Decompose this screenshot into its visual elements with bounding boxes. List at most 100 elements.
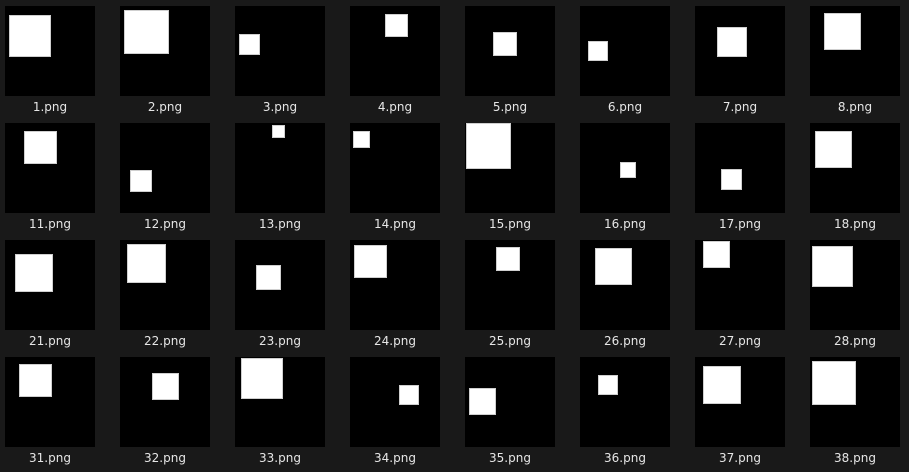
- thumbnail-white-square: [256, 265, 281, 290]
- thumbnail-white-square: [124, 10, 169, 54]
- file-name-label: 15.png: [489, 217, 531, 231]
- file-name-label: 17.png: [719, 217, 761, 231]
- file-item[interactable]: 24.png: [345, 234, 460, 349]
- file-item[interactable]: 17.png: [690, 117, 805, 232]
- file-name-label: 1.png: [32, 100, 68, 114]
- thumbnail-white-square: [272, 125, 285, 138]
- file-item[interactable]: 1.png: [0, 0, 115, 115]
- image-thumbnail-icon: [5, 123, 95, 213]
- file-item[interactable]: 13.png: [230, 117, 345, 232]
- file-name-label: 4.png: [377, 100, 413, 114]
- file-item[interactable]: 5.png: [460, 0, 575, 115]
- file-item[interactable]: 28.png: [805, 234, 909, 349]
- image-thumbnail-icon: [5, 240, 95, 330]
- file-item[interactable]: 35.png: [460, 351, 575, 466]
- thumbnail-white-square: [354, 245, 387, 278]
- file-item[interactable]: 11.png: [0, 117, 115, 232]
- file-item[interactable]: 22.png: [115, 234, 230, 349]
- file-item[interactable]: 14.png: [345, 117, 460, 232]
- file-item[interactable]: 2.png: [115, 0, 230, 115]
- file-name-label: 18.png: [834, 217, 876, 231]
- image-thumbnail-icon: [350, 6, 440, 96]
- file-name-label: 11.png: [29, 217, 71, 231]
- file-item[interactable]: 33.png: [230, 351, 345, 466]
- file-item[interactable]: 12.png: [115, 117, 230, 232]
- image-thumbnail-icon: [465, 6, 555, 96]
- file-item[interactable]: 15.png: [460, 117, 575, 232]
- file-name-label: 24.png: [374, 334, 416, 348]
- file-name-label: 7.png: [722, 100, 758, 114]
- thumbnail-white-square: [721, 169, 742, 190]
- file-name-label: 3.png: [262, 100, 298, 114]
- file-item[interactable]: 27.png: [690, 234, 805, 349]
- file-item[interactable]: 23.png: [230, 234, 345, 349]
- image-thumbnail-icon: [695, 240, 785, 330]
- image-thumbnail-icon: [235, 123, 325, 213]
- thumbnail-white-square: [466, 123, 511, 169]
- thumbnail-white-square: [496, 247, 520, 271]
- file-item[interactable]: 25.png: [460, 234, 575, 349]
- thumbnail-white-square: [812, 246, 853, 287]
- thumbnail-white-square: [15, 254, 53, 292]
- file-item[interactable]: 3.png: [230, 0, 345, 115]
- image-thumbnail-icon: [465, 240, 555, 330]
- thumbnail-white-square: [493, 32, 517, 56]
- file-item[interactable]: 8.png: [805, 0, 909, 115]
- file-name-label: 33.png: [259, 451, 301, 465]
- thumbnail-white-square: [130, 170, 152, 192]
- file-item[interactable]: 18.png: [805, 117, 909, 232]
- image-thumbnail-icon: [810, 357, 900, 447]
- file-name-label: 5.png: [492, 100, 528, 114]
- image-thumbnail-icon: [695, 6, 785, 96]
- thumbnail-white-square: [717, 27, 747, 57]
- file-name-label: 21.png: [29, 334, 71, 348]
- file-item[interactable]: 31.png: [0, 351, 115, 466]
- thumbnail-white-square: [598, 375, 618, 395]
- image-thumbnail-icon: [120, 123, 210, 213]
- image-thumbnail-icon: [5, 357, 95, 447]
- image-thumbnail-icon: [350, 240, 440, 330]
- thumbnail-white-square: [469, 388, 496, 415]
- file-name-label: 36.png: [604, 451, 646, 465]
- file-item[interactable]: 16.png: [575, 117, 690, 232]
- thumbnail-white-square: [703, 366, 741, 404]
- file-name-label: 8.png: [837, 100, 873, 114]
- file-name-label: 26.png: [604, 334, 646, 348]
- thumbnail-white-square: [241, 358, 283, 399]
- image-thumbnail-icon: [120, 240, 210, 330]
- image-thumbnail-icon: [235, 6, 325, 96]
- file-item[interactable]: 7.png: [690, 0, 805, 115]
- file-item[interactable]: 34.png: [345, 351, 460, 466]
- file-name-label: 38.png: [834, 451, 876, 465]
- file-item[interactable]: 26.png: [575, 234, 690, 349]
- image-thumbnail-icon: [350, 357, 440, 447]
- file-item[interactable]: 36.png: [575, 351, 690, 466]
- file-name-label: 25.png: [489, 334, 531, 348]
- file-name-label: 22.png: [144, 334, 186, 348]
- image-thumbnail-icon: [810, 123, 900, 213]
- thumbnail-white-square: [385, 14, 408, 37]
- thumbnail-white-square: [595, 248, 632, 285]
- file-item[interactable]: 37.png: [690, 351, 805, 466]
- thumbnail-white-square: [620, 162, 636, 178]
- file-name-label: 31.png: [29, 451, 71, 465]
- thumbnail-white-square: [127, 244, 166, 283]
- file-item[interactable]: 6.png: [575, 0, 690, 115]
- file-name-label: 32.png: [144, 451, 186, 465]
- thumbnail-white-square: [815, 131, 852, 168]
- file-item[interactable]: 21.png: [0, 234, 115, 349]
- file-item[interactable]: 32.png: [115, 351, 230, 466]
- image-thumbnail-icon: [120, 6, 210, 96]
- image-thumbnail-icon: [810, 6, 900, 96]
- file-item[interactable]: 4.png: [345, 0, 460, 115]
- thumbnail-white-square: [24, 131, 57, 164]
- thumbnail-white-square: [824, 13, 861, 50]
- file-name-label: 6.png: [607, 100, 643, 114]
- image-thumbnail-icon: [350, 123, 440, 213]
- image-thumbnail-icon: [580, 357, 670, 447]
- file-grid: 1.png 2.png 3.png 4.png 5.png 6.png 7.png 8.png…: [0, 0, 909, 472]
- file-item[interactable]: 38.png: [805, 351, 909, 466]
- file-name-label: 34.png: [374, 451, 416, 465]
- image-thumbnail-icon: [580, 123, 670, 213]
- thumbnail-white-square: [588, 41, 608, 61]
